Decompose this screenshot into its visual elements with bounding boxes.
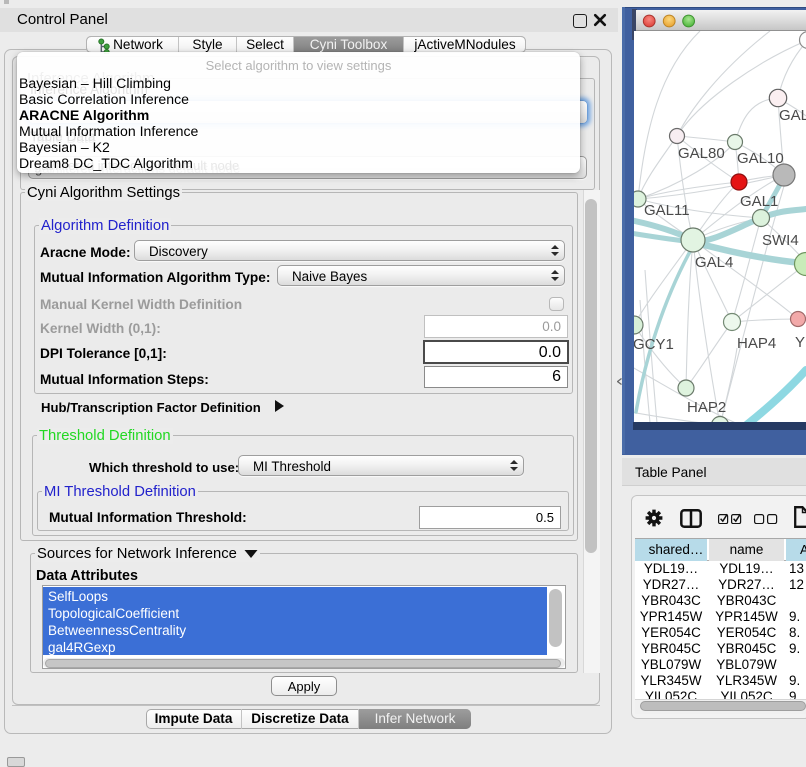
svg-text:Y: Y [795, 334, 805, 351]
svg-text:GAL11: GAL11 [644, 202, 690, 219]
svg-text:GCY1: GCY1 [634, 336, 674, 353]
svg-text:HAP2: HAP2 [687, 399, 726, 416]
svg-text:GAL4: GAL4 [695, 254, 733, 271]
svg-text:GAL7: GAL7 [779, 107, 806, 124]
svg-text:GAL10: GAL10 [737, 150, 784, 167]
svg-text:GAL80: GAL80 [678, 145, 725, 162]
svg-text:GAL1: GAL1 [740, 193, 778, 210]
svg-text:SWI4: SWI4 [762, 232, 799, 249]
svg-text:HAP4: HAP4 [737, 335, 776, 352]
